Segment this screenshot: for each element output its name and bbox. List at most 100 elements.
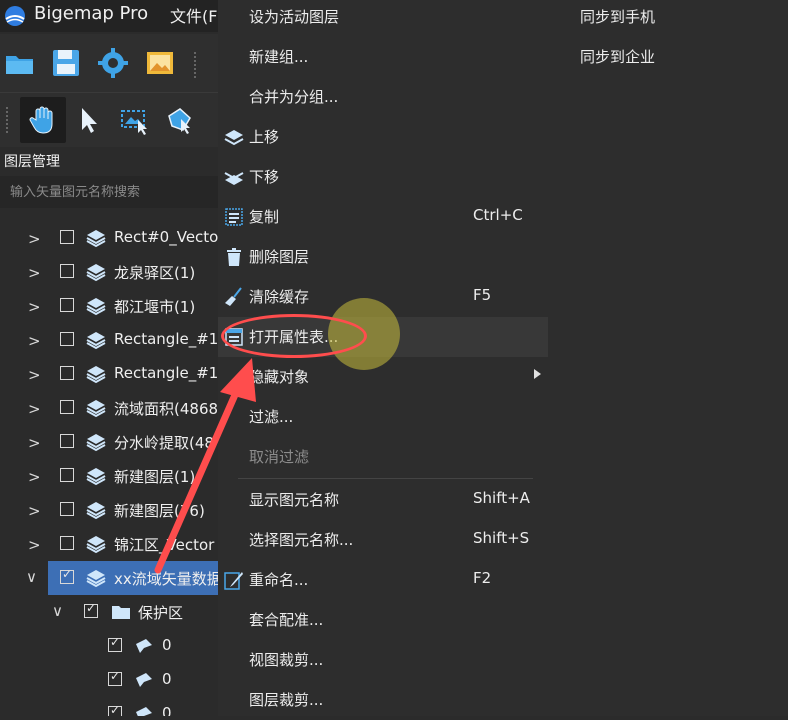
layer-row[interactable]: > 新建图层(76)	[0, 493, 218, 527]
layer-panel-header: 图层管理	[0, 148, 218, 172]
select-shape-icon[interactable]	[164, 104, 196, 136]
menu-item-merge-group[interactable]: 合并为分组...	[218, 77, 548, 117]
feature-row[interactable]: 0	[0, 697, 218, 716]
menu-item-layer-clip[interactable]: 图层裁剪...	[218, 680, 548, 720]
menu-item-label: 删除图层	[249, 248, 310, 266]
group-row[interactable]: ∨ 保护区	[0, 595, 218, 629]
pencil-icon	[224, 572, 243, 590]
layer-checkbox[interactable]	[60, 264, 74, 278]
layer-checkbox[interactable]	[60, 536, 74, 550]
layers-up-icon	[224, 130, 244, 146]
menu-item-move-up[interactable]: 上移	[218, 117, 548, 157]
select-image-icon[interactable]	[118, 104, 150, 136]
menu-item-label: 隐藏对象	[249, 368, 310, 386]
menu-item-label: 套合配准...	[249, 611, 324, 629]
layer-name: 龙泉驿区(1)	[114, 264, 196, 282]
menu-item-copy[interactable]: 复制 Ctrl+C	[218, 197, 548, 237]
collapse-chevron-icon[interactable]: ∨	[52, 602, 63, 620]
layer-row[interactable]: > Rectangle_#1	[0, 323, 218, 357]
layer-checkbox[interactable]	[60, 468, 74, 482]
layers-icon	[86, 570, 106, 588]
layer-checkbox[interactable]	[60, 298, 74, 312]
gear-icon[interactable]	[97, 47, 129, 79]
feature-row[interactable]: 0	[0, 663, 218, 697]
layer-row[interactable]: > 锦江区_Vector	[0, 527, 218, 561]
layer-checkbox[interactable]	[60, 567, 74, 584]
expand-chevron-icon[interactable]: >	[28, 536, 41, 554]
menu-item-filter[interactable]: 过滤...	[218, 397, 548, 437]
save-icon[interactable]	[50, 47, 82, 79]
feature-name: 0	[162, 636, 172, 654]
menu-item-label: 新建组...	[249, 48, 309, 66]
feature-checkbox[interactable]	[108, 635, 122, 652]
folder-icon	[112, 606, 130, 619]
menu-file[interactable]: 文件(F	[170, 3, 217, 27]
menu-item-show-feature-names[interactable]: 显示图元名称 Shift+A	[218, 480, 548, 520]
layer-row[interactable]: > Rect#0_Vecto	[0, 221, 218, 255]
menu-item-label: 重命名...	[249, 571, 309, 589]
menu-item-set-active-layer[interactable]: 设为活动图层	[218, 0, 548, 37]
menu-item-select-feature-name[interactable]: 选择图元名称... Shift+S	[218, 520, 548, 560]
menu-item-label: 图层裁剪...	[249, 691, 324, 709]
submenu-arrow-icon	[534, 369, 541, 379]
layer-row[interactable]: > 龙泉驿区(1)	[0, 255, 218, 289]
menu-item-label: 过滤...	[249, 408, 294, 426]
layer-panel-title: 图层管理	[4, 154, 60, 170]
collapse-chevron-icon[interactable]: ∨	[26, 568, 37, 586]
toolbar-grip[interactable]	[6, 107, 12, 133]
expand-chevron-icon[interactable]: >	[28, 434, 41, 452]
menu-item-view-clip[interactable]: 视图裁剪...	[218, 640, 548, 680]
expand-chevron-icon[interactable]: >	[28, 400, 41, 418]
layer-name: 锦江区_Vector	[114, 536, 215, 554]
expand-chevron-icon[interactable]: >	[28, 264, 41, 282]
menu-item-label: 复制	[249, 208, 280, 226]
layer-search-input[interactable]	[0, 176, 218, 208]
main-toolbar	[0, 34, 218, 92]
menu-item-label: 取消过滤	[249, 448, 310, 466]
feature-name: 0	[162, 704, 172, 716]
expand-chevron-icon[interactable]: >	[28, 332, 41, 350]
layer-checkbox[interactable]	[60, 230, 74, 244]
menu-item-shortcut: Ctrl+C	[473, 206, 523, 224]
layer-row[interactable]: > 分水岭提取(48	[0, 425, 218, 459]
image-icon[interactable]	[144, 47, 176, 79]
menu-item-move-down[interactable]: 下移	[218, 157, 548, 197]
expand-chevron-icon[interactable]: >	[28, 468, 41, 486]
layers-icon	[86, 502, 106, 520]
layer-name: 新建图层(76)	[114, 502, 205, 520]
feature-checkbox[interactable]	[108, 669, 122, 686]
expand-chevron-icon[interactable]: >	[28, 502, 41, 520]
sync-to-phone[interactable]: 同步到手机	[580, 6, 655, 27]
layer-name: 新建图层(1)	[114, 468, 196, 486]
layer-name: 流域面积(4868	[114, 400, 218, 418]
layers-icon	[86, 434, 106, 452]
open-folder-icon[interactable]	[4, 47, 36, 79]
expand-chevron-icon[interactable]: >	[28, 230, 41, 248]
layers-icon	[86, 264, 106, 282]
layer-row[interactable]: > 新建图层(1)	[0, 459, 218, 493]
layer-checkbox[interactable]	[60, 366, 74, 380]
layer-checkbox[interactable]	[60, 434, 74, 448]
layer-checkbox[interactable]	[60, 502, 74, 516]
cursor-arrow-icon[interactable]	[74, 104, 106, 136]
layer-row[interactable]: > 流域面积(4868	[0, 391, 218, 425]
group-checkbox[interactable]	[84, 601, 98, 618]
expand-chevron-icon[interactable]: >	[28, 298, 41, 316]
layer-name: 分水岭提取(48	[114, 434, 214, 452]
expand-chevron-icon[interactable]: >	[28, 366, 41, 384]
menu-item-shortcut: F5	[473, 286, 492, 304]
menu-item-registration[interactable]: 套合配准...	[218, 600, 548, 640]
menu-item-delete-layer[interactable]: 删除图层	[218, 237, 548, 277]
layer-row-selected[interactable]: ∨ xx流域矢量数据	[0, 561, 218, 595]
feature-checkbox[interactable]	[108, 703, 122, 716]
menu-item-rename[interactable]: 重命名... F2	[218, 560, 548, 600]
hand-icon[interactable]	[27, 104, 59, 136]
menu-item-new-group[interactable]: 新建组...	[218, 37, 548, 77]
layer-row[interactable]: > 都江堰市(1)	[0, 289, 218, 323]
layer-row[interactable]: > Rectangle_#1	[0, 357, 218, 391]
layer-checkbox[interactable]	[60, 400, 74, 414]
feature-row[interactable]: 0	[0, 629, 218, 663]
sync-to-enterprise[interactable]: 同步到企业	[580, 46, 655, 67]
toolbar-grip[interactable]	[194, 52, 200, 78]
layer-checkbox[interactable]	[60, 332, 74, 346]
